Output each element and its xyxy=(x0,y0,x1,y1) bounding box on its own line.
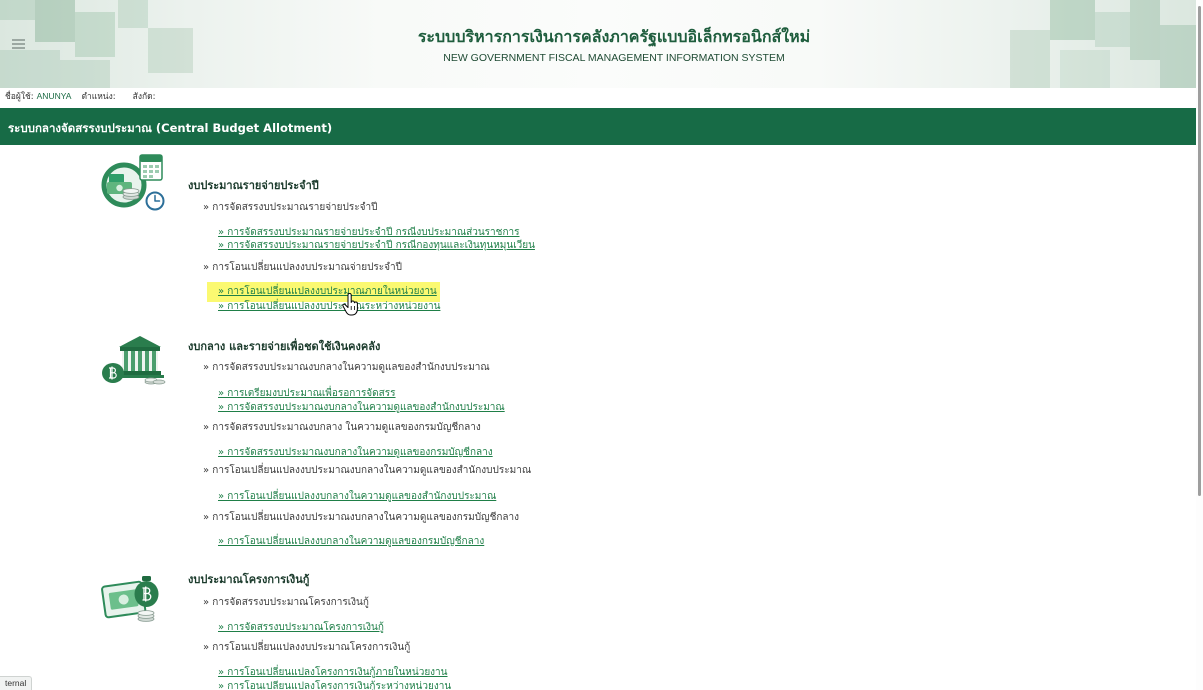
system-title-en: NEW GOVERNMENT FISCAL MANAGEMENT INFORMA… xyxy=(443,52,785,64)
header-titles: ระบบบริหารการเงินการคลังภาครัฐแบบอิเล็กท… xyxy=(32,27,1196,65)
link-prepare-budget-pending[interactable]: » การเตรียมงบประมาณเพื่อรอการจัดสรร xyxy=(218,387,396,401)
group-title-loan-allocation: » การจัดสรรงบประมาณโครงการเงินกู้ xyxy=(203,597,369,608)
section-heading-loan-projects: งบประมาณโครงการเงินกู้ xyxy=(188,573,310,586)
coins-calendar-icon xyxy=(100,152,166,212)
link-central-allot-comptroller[interactable]: » การจัดสรรงบประมาณงบกลางในความดูแลของกร… xyxy=(218,446,493,460)
group-title-central-allot-bureau: » การจัดสรรงบประมาณงบกลางในความดูแลของสำ… xyxy=(203,362,490,373)
group-title-central-allot-comptroller: » การจัดสรรงบประมาณงบกลาง ในความดูแลของก… xyxy=(203,422,481,433)
link-loan-transfer-between-agencies[interactable]: » การโอนเปลี่ยนแปลงโครงการเงินกู้ระหว่าง… xyxy=(218,680,451,690)
app-header: ระบบบริหารการเงินการคลังภาครัฐแบบอิเล็กท… xyxy=(0,0,1196,88)
link-central-transfer-comptroller[interactable]: » การโอนเปลี่ยนแปลงงบกลางในความดูแลของกร… xyxy=(218,535,484,549)
link-central-allot-bureau[interactable]: » การจัดสรรงบประมาณงบกลางในความดูแลของสำ… xyxy=(218,401,505,415)
link-annual-allot-revolving-fund[interactable]: » การจัดสรรงบประมาณรายจ่ายประจำปี กรณีกอ… xyxy=(218,239,535,253)
group-title-central-transfer-comptroller: » การโอนเปลี่ยนแปลงงบประมาณงบกลางในความด… xyxy=(203,512,520,523)
section-heading-annual-budget: งบประมาณรายจ่ายประจำปี xyxy=(188,179,319,192)
header-decoration-tile xyxy=(118,0,148,28)
link-annual-transfer-between-agencies[interactable]: » การโอนเปลี่ยนแปลงงบประมาณระหว่างหน่วยง… xyxy=(218,300,440,314)
position-label: ตำแหน่ง: xyxy=(81,92,116,102)
link-loan-transfer-within-agency[interactable]: » การโอนเปลี่ยนแปลงโครงการเงินกู้ภายในหน… xyxy=(218,666,448,680)
system-title-th: ระบบบริหารการเงินการคลังภาครัฐแบบอิเล็กท… xyxy=(417,27,811,46)
page: ระบบบริหารการเงินการคลังภาครัฐแบบอิเล็กท… xyxy=(0,0,1196,690)
money-bag-icon xyxy=(100,572,166,624)
user-info-bar: ชื่อผู้ใช้: ANUNYA ตำแหน่ง: สังกัด: xyxy=(5,90,156,102)
browser-status-bubble: ternal xyxy=(0,676,33,690)
link-loan-allot[interactable]: » การจัดสรรงบประมาณโครงการเงินกู้ xyxy=(218,621,384,635)
group-title-loan-transfer: » การโอนเปลี่ยนแปลงงบประมาณโครงการเงินกู… xyxy=(203,642,411,653)
header-decoration-tile xyxy=(0,0,35,20)
group-title-central-transfer-bureau: » การโอนเปลี่ยนแปลงงบประมาณงบกลางในความด… xyxy=(203,465,532,476)
link-annual-transfer-within-agency[interactable]: » การโอนเปลี่ยนแปลงงบประมาณภายในหน่วยงาน xyxy=(207,282,440,302)
module-title: ระบบกลางจัดสรรงบประมาณ (Central Budget A… xyxy=(8,121,333,135)
module-banner: ระบบกลางจัดสรรงบประมาณ (Central Budget A… xyxy=(0,108,1196,145)
hand-pointer-icon xyxy=(342,292,360,316)
group-title-annual-allocation: » การจัดสรรงบประมาณรายจ่ายประจำปี xyxy=(203,202,378,213)
hamburger-menu-button[interactable] xyxy=(12,39,25,49)
section-heading-central-budget: งบกลาง และรายจ่ายเพื่อชดใช้เงินคงคลัง xyxy=(188,340,381,353)
affiliation-label: สังกัด: xyxy=(132,92,156,102)
link-central-transfer-bureau[interactable]: » การโอนเปลี่ยนแปลงงบกลางในความดูแลของสำ… xyxy=(218,490,496,504)
group-title-annual-transfer: » การโอนเปลี่ยนแปลงงบประมาณจ่ายประจำปี xyxy=(203,262,402,273)
username-value: ANUNYA xyxy=(36,91,72,101)
link-annual-allot-govt-agency[interactable]: » การจัดสรรงบประมาณรายจ่ายประจำปี กรณีงบ… xyxy=(218,226,520,240)
vertical-scrollbar[interactable] xyxy=(1196,0,1203,690)
username-label: ชื่อผู้ใช้: xyxy=(5,92,34,102)
scrollbar-thumb[interactable] xyxy=(1198,6,1201,496)
bank-building-icon xyxy=(100,335,166,385)
hamburger-icon xyxy=(12,39,25,49)
